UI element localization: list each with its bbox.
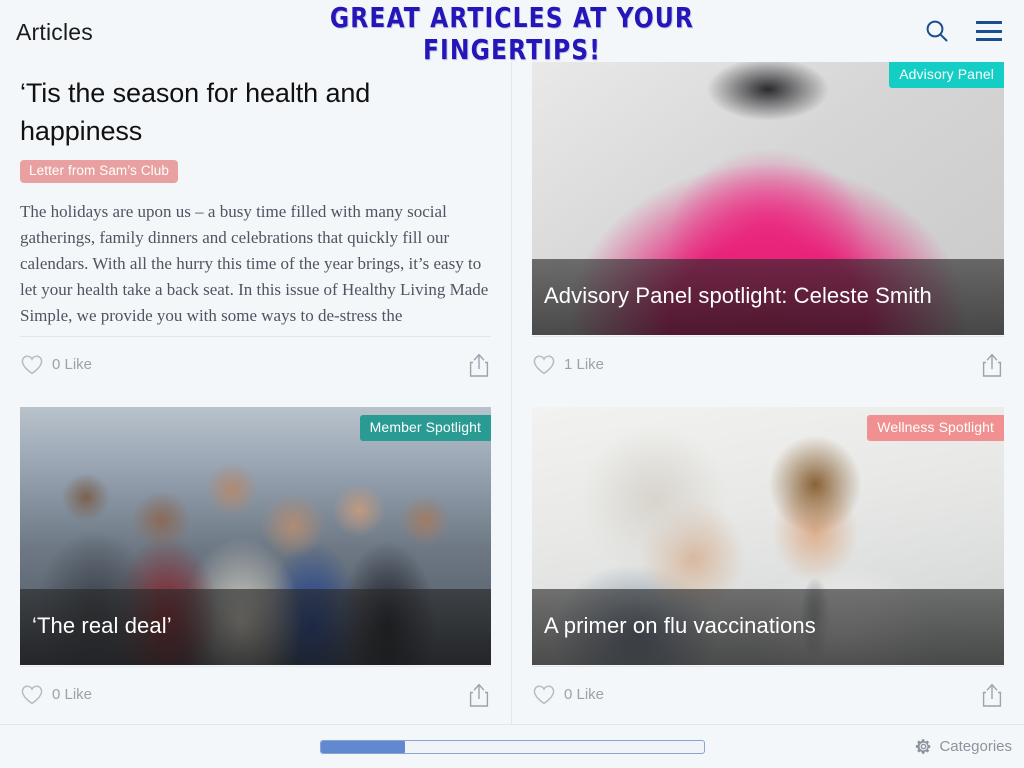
article-card-text[interactable]: ‘Tis the season for health and happiness… (0, 62, 511, 392)
article-card-wellness-spotlight[interactable]: Wellness Spotlight A primer on flu vacci… (512, 392, 1024, 722)
article-card-advisory-panel[interactable]: Advisory Panel Advisory Panel spotlight:… (512, 62, 1024, 392)
search-icon[interactable] (922, 16, 952, 46)
like-count: 1 Like (564, 356, 605, 373)
article-tag: Letter from Sam’s Club (20, 160, 179, 183)
hamburger-menu-icon[interactable] (974, 16, 1004, 46)
heart-outline-icon (533, 354, 555, 374)
article-image-container: Wellness Spotlight A primer on flu vacci… (532, 407, 1004, 665)
like-button[interactable]: 0 Like (532, 684, 604, 706)
page-progress-bar[interactable] (320, 739, 705, 754)
article-action-bar: 1 Like (532, 336, 1004, 392)
like-count: 0 Like (52, 356, 93, 373)
share-icon[interactable] (467, 682, 491, 708)
articles-grid: ‘Tis the season for health and happiness… (0, 62, 1024, 724)
share-icon[interactable] (980, 352, 1004, 378)
like-button[interactable]: 0 Like (20, 684, 92, 706)
articles-app: Articles GREAT ARTICLES AT YOUR FINGERTI… (0, 0, 1024, 768)
categories-button[interactable]: Categories (915, 738, 1012, 755)
article-badge: Wellness Spotlight (867, 415, 1004, 441)
article-action-bar: 0 Like (20, 666, 491, 722)
like-count: 0 Like (564, 686, 605, 703)
article-image-container: Member Spotlight ‘The real deal’ (20, 407, 491, 665)
article-excerpt: The holidays are upon us – a busy time f… (20, 202, 489, 325)
articles-column-right: Advisory Panel Advisory Panel spotlight:… (512, 62, 1024, 724)
app-header: Articles (0, 0, 1024, 62)
article-caption-overlay: A primer on flu vaccinations (532, 589, 1004, 665)
heart-outline-icon (533, 684, 555, 704)
page-title: Articles (16, 18, 94, 45)
page-progress-fill (321, 740, 406, 753)
article-caption: ‘The real deal’ (32, 613, 172, 638)
article-caption-overlay: ‘The real deal’ (20, 589, 491, 665)
article-action-bar: 0 Like (20, 336, 491, 392)
hamburger-bars (976, 21, 1002, 41)
article-title: ‘Tis the season for health and happiness (20, 78, 371, 146)
share-icon[interactable] (980, 682, 1004, 708)
article-action-bar: 0 Like (532, 666, 1004, 722)
article-badge: Advisory Panel (889, 62, 1004, 88)
heart-outline-icon (21, 354, 43, 374)
like-button[interactable]: 0 Like (20, 354, 92, 376)
like-button[interactable]: 1 Like (532, 354, 604, 376)
app-footer: Categories (0, 724, 1024, 768)
gear-icon (916, 739, 931, 754)
article-caption-overlay: Advisory Panel spotlight: Celeste Smith (532, 259, 1004, 335)
article-image-container: Advisory Panel Advisory Panel spotlight:… (532, 62, 1004, 335)
heart-outline-icon (21, 684, 43, 704)
article-caption: A primer on flu vaccinations (544, 613, 816, 638)
categories-label: Categories (939, 738, 1012, 755)
header-actions (922, 16, 1004, 46)
articles-column-left: ‘Tis the season for health and happiness… (0, 62, 512, 724)
article-caption: Advisory Panel spotlight: Celeste Smith (544, 283, 932, 308)
article-card-member-spotlight[interactable]: Member Spotlight ‘The real deal’ 0 Like (0, 392, 511, 722)
article-badge: Member Spotlight (359, 415, 491, 441)
share-icon[interactable] (467, 352, 491, 378)
like-count: 0 Like (52, 686, 93, 703)
